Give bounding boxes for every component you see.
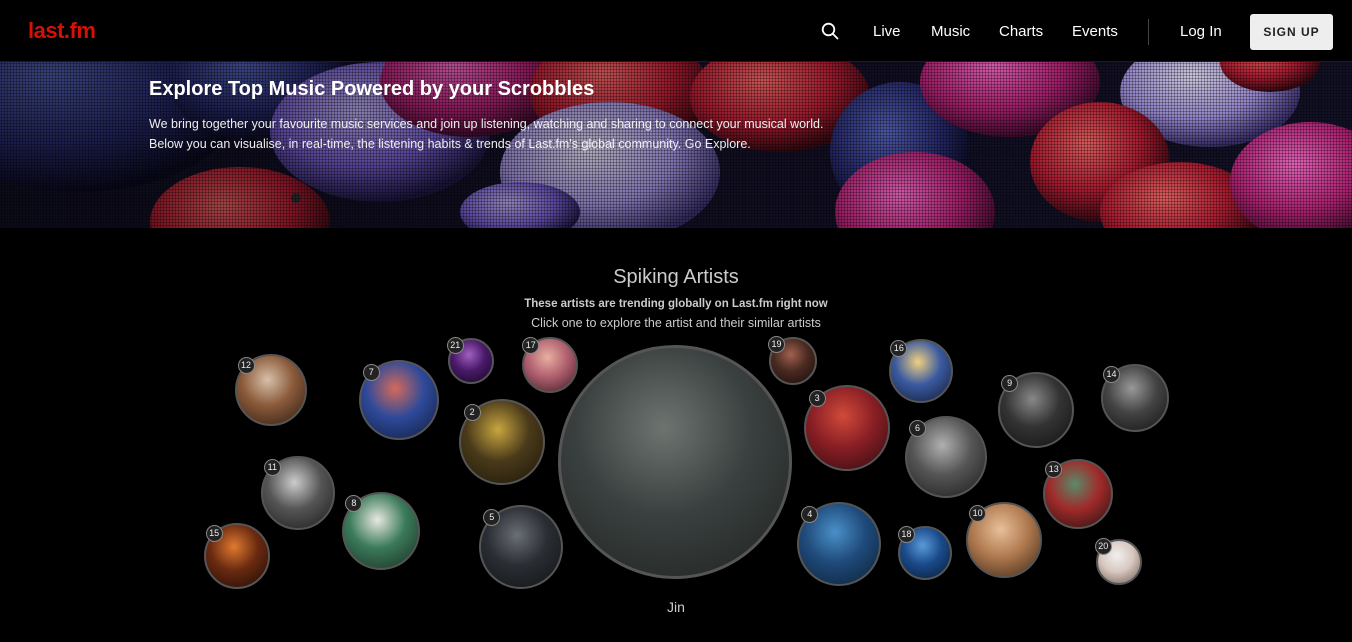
search-icon[interactable] (821, 22, 839, 40)
rank-badge-18: 18 (897, 525, 915, 543)
rank-badge-20: 20 (1094, 537, 1112, 555)
spiking-artists-subtitle: These artists are trending globally on L… (524, 298, 828, 310)
login-link[interactable]: Log In (1180, 23, 1222, 40)
rank-badge-3: 3 (808, 389, 826, 407)
spiking-artists-instructions: Click one to explore the artist and thei… (531, 316, 821, 330)
hero-description: We bring together your favourite music s… (149, 115, 849, 154)
rank-badge-21: 21 (446, 336, 464, 354)
rank-badge-7: 7 (362, 363, 380, 381)
header: last.fm Live Music Charts Events Log In … (0, 0, 1352, 62)
rank-badge-14: 14 (1102, 365, 1120, 383)
artist-bubble-1[interactable] (558, 345, 792, 579)
hero-description-line-1: We bring together your favourite music s… (149, 117, 824, 131)
hero-description-line-2: Below you can visualise, in real-time, t… (149, 136, 751, 151)
nav-live[interactable]: Live (873, 23, 901, 40)
rank-badge-6: 6 (909, 420, 926, 437)
signup-button[interactable]: SIGN UP (1250, 14, 1333, 50)
rank-badge-2: 2 (463, 403, 481, 421)
nav-music[interactable]: Music (931, 23, 970, 40)
rank-badge-19: 19 (768, 336, 786, 354)
nav-events[interactable]: Events (1072, 23, 1118, 40)
nav-charts[interactable]: Charts (999, 23, 1043, 40)
rank-badge-12: 12 (237, 356, 255, 374)
featured-artist-name[interactable]: Jin (0, 599, 1352, 615)
rank-badge-15: 15 (205, 524, 223, 542)
rank-badge-11: 11 (263, 458, 281, 476)
hero-title: Explore Top Music Powered by your Scrobb… (149, 78, 595, 100)
spiking-artists-title: Spiking Artists (613, 266, 739, 288)
lastfm-logo[interactable]: last.fm (28, 18, 96, 44)
nav-divider (1148, 19, 1149, 45)
